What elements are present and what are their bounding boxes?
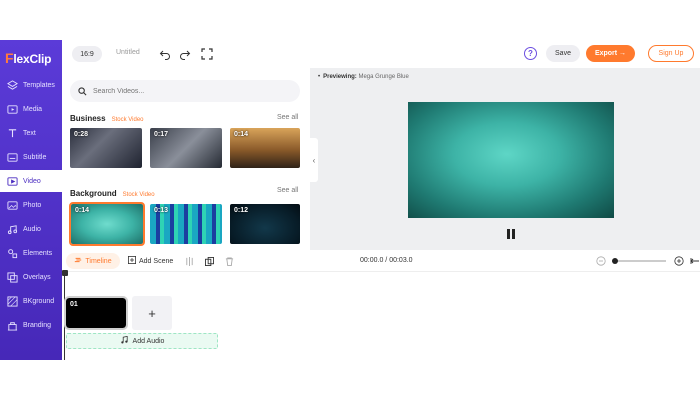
section-title-background: Background Stock Video	[70, 189, 155, 198]
timeline-toolbar: Timeline Add Scene 00:00.0 / 00:03.0	[62, 250, 700, 272]
stock-video-badge: Stock Video	[111, 117, 144, 123]
video-duration: 0:12	[234, 207, 249, 214]
video-library-panel: BusinessStock Video See all 0:28 0:17 0:…	[62, 68, 308, 250]
sidebar-item-label: Overlays	[23, 273, 51, 281]
add-scene-icon	[128, 256, 136, 266]
collapse-panel-handle[interactable]: ‹	[310, 138, 318, 182]
sidebar: FlexClip Templates Media Text Subtitle V…	[0, 40, 62, 360]
scene-clip[interactable]: 01	[64, 296, 128, 330]
layers-icon	[7, 79, 18, 91]
background-icon	[7, 295, 18, 307]
preview-canvas[interactable]	[408, 102, 614, 218]
sidebar-item-label: BKground	[23, 297, 55, 305]
scene-number: 01	[70, 301, 78, 308]
timeline-tab[interactable]: Timeline	[66, 253, 120, 269]
search-bar[interactable]	[70, 80, 300, 102]
save-button[interactable]: Save	[546, 45, 580, 62]
sidebar-item-branding[interactable]: Branding	[0, 314, 62, 336]
export-button[interactable]: Export →	[586, 45, 635, 62]
text-icon	[7, 128, 18, 139]
sign-up-button[interactable]: Sign Up	[648, 45, 694, 62]
sidebar-item-overlays[interactable]: Overlays	[0, 266, 62, 288]
sidebar-item-elements[interactable]: Elements	[0, 242, 62, 264]
aspect-ratio-button[interactable]: 16:9	[72, 46, 102, 62]
zoom-in-icon[interactable]	[672, 254, 686, 268]
time-readout: 00:00.0 / 00:03.0	[360, 257, 413, 264]
sidebar-item-label: Elements	[23, 249, 53, 257]
timeline-icon	[74, 256, 82, 266]
photo-icon	[7, 200, 18, 211]
delete-icon[interactable]	[222, 254, 236, 268]
playhead[interactable]	[62, 270, 68, 360]
music-note-icon	[120, 335, 128, 346]
sidebar-item-label: Branding	[23, 321, 52, 329]
overlays-icon	[7, 271, 18, 283]
see-all-background-link[interactable]: See all	[277, 187, 298, 194]
split-icon[interactable]	[182, 254, 196, 268]
audio-icon	[7, 224, 18, 235]
video-duration: 0:13	[154, 207, 169, 214]
fit-timeline-icon[interactable]	[688, 254, 700, 268]
video-thumbnail[interactable]: 0:14	[230, 128, 300, 168]
search-input[interactable]	[93, 87, 283, 95]
media-icon	[7, 104, 18, 115]
sidebar-item-text[interactable]: Text	[0, 122, 62, 144]
add-audio-button[interactable]: Add Audio	[66, 333, 218, 349]
sidebar-item-label: Media	[23, 105, 43, 113]
sidebar-item-photo[interactable]: Photo	[0, 194, 62, 216]
top-bar: 16:9 Untitled ? Save Export → Sign Up	[62, 40, 700, 68]
add-scene-plus-button[interactable]: +	[132, 296, 172, 330]
section-title-business: Business Stock Video	[70, 114, 144, 123]
video-duration: 0:14	[234, 131, 249, 138]
video-thumbnail-selected[interactable]: 0:14	[69, 202, 145, 246]
sidebar-item-templates[interactable]: Templates	[0, 74, 62, 96]
preview-area: • Previewing: Mega Grunge Blue ‹	[310, 68, 700, 250]
sidebar-item-label: Subtitle	[23, 153, 47, 161]
video-thumbnail[interactable]: 0:28	[70, 128, 142, 168]
timeline-track-area: 01 + Add Audio	[62, 270, 700, 360]
sidebar-item-subtitle[interactable]: Subtitle	[0, 146, 62, 168]
zoom-slider-handle[interactable]	[612, 258, 618, 264]
video-duration: 0:14	[75, 207, 90, 214]
sidebar-item-video[interactable]: Video	[0, 170, 62, 192]
search-icon	[78, 86, 87, 96]
video-icon	[7, 176, 18, 187]
video-thumbnail[interactable]: 0:17	[150, 128, 222, 168]
fullscreen-icon[interactable]	[200, 47, 214, 61]
sidebar-item-label: Templates	[23, 81, 55, 89]
video-duration: 0:28	[74, 131, 89, 138]
chevron-left-icon: ‹	[312, 155, 316, 165]
elements-icon	[7, 248, 18, 259]
sidebar-item-label: Video	[23, 177, 41, 185]
video-thumbnail[interactable]: 0:12	[230, 204, 300, 244]
editor-app: FlexClip Templates Media Text Subtitle V…	[0, 40, 700, 360]
sidebar-item-bkground[interactable]: BKground	[0, 290, 62, 312]
sidebar-item-media[interactable]: Media	[0, 98, 62, 120]
add-scene-button[interactable]: Add Scene	[128, 256, 173, 266]
sidebar-item-label: Photo	[23, 201, 42, 209]
branding-icon	[7, 320, 18, 331]
zoom-slider[interactable]	[612, 258, 666, 264]
pause-icon[interactable]	[507, 229, 517, 239]
sidebar-item-label: Text	[23, 129, 36, 137]
zoom-out-icon[interactable]	[594, 254, 608, 268]
previewing-label: • Previewing: Mega Grunge Blue	[318, 74, 409, 80]
subtitle-icon	[7, 152, 18, 163]
flexclip-logo[interactable]: FlexClip	[5, 50, 52, 66]
redo-icon[interactable]	[178, 47, 192, 61]
video-duration: 0:17	[154, 131, 169, 138]
duplicate-icon[interactable]	[202, 254, 216, 268]
sidebar-item-audio[interactable]: Audio	[0, 218, 62, 240]
see-all-business-link[interactable]: See all	[277, 114, 298, 121]
undo-icon[interactable]	[158, 47, 172, 61]
playhead-handle[interactable]	[62, 270, 68, 276]
project-title[interactable]: Untitled	[116, 49, 140, 56]
video-thumbnail[interactable]: 0:13	[150, 204, 222, 244]
help-icon[interactable]: ?	[524, 47, 537, 60]
stock-video-badge: Stock Video	[122, 192, 155, 198]
sidebar-item-label: Audio	[23, 225, 41, 233]
